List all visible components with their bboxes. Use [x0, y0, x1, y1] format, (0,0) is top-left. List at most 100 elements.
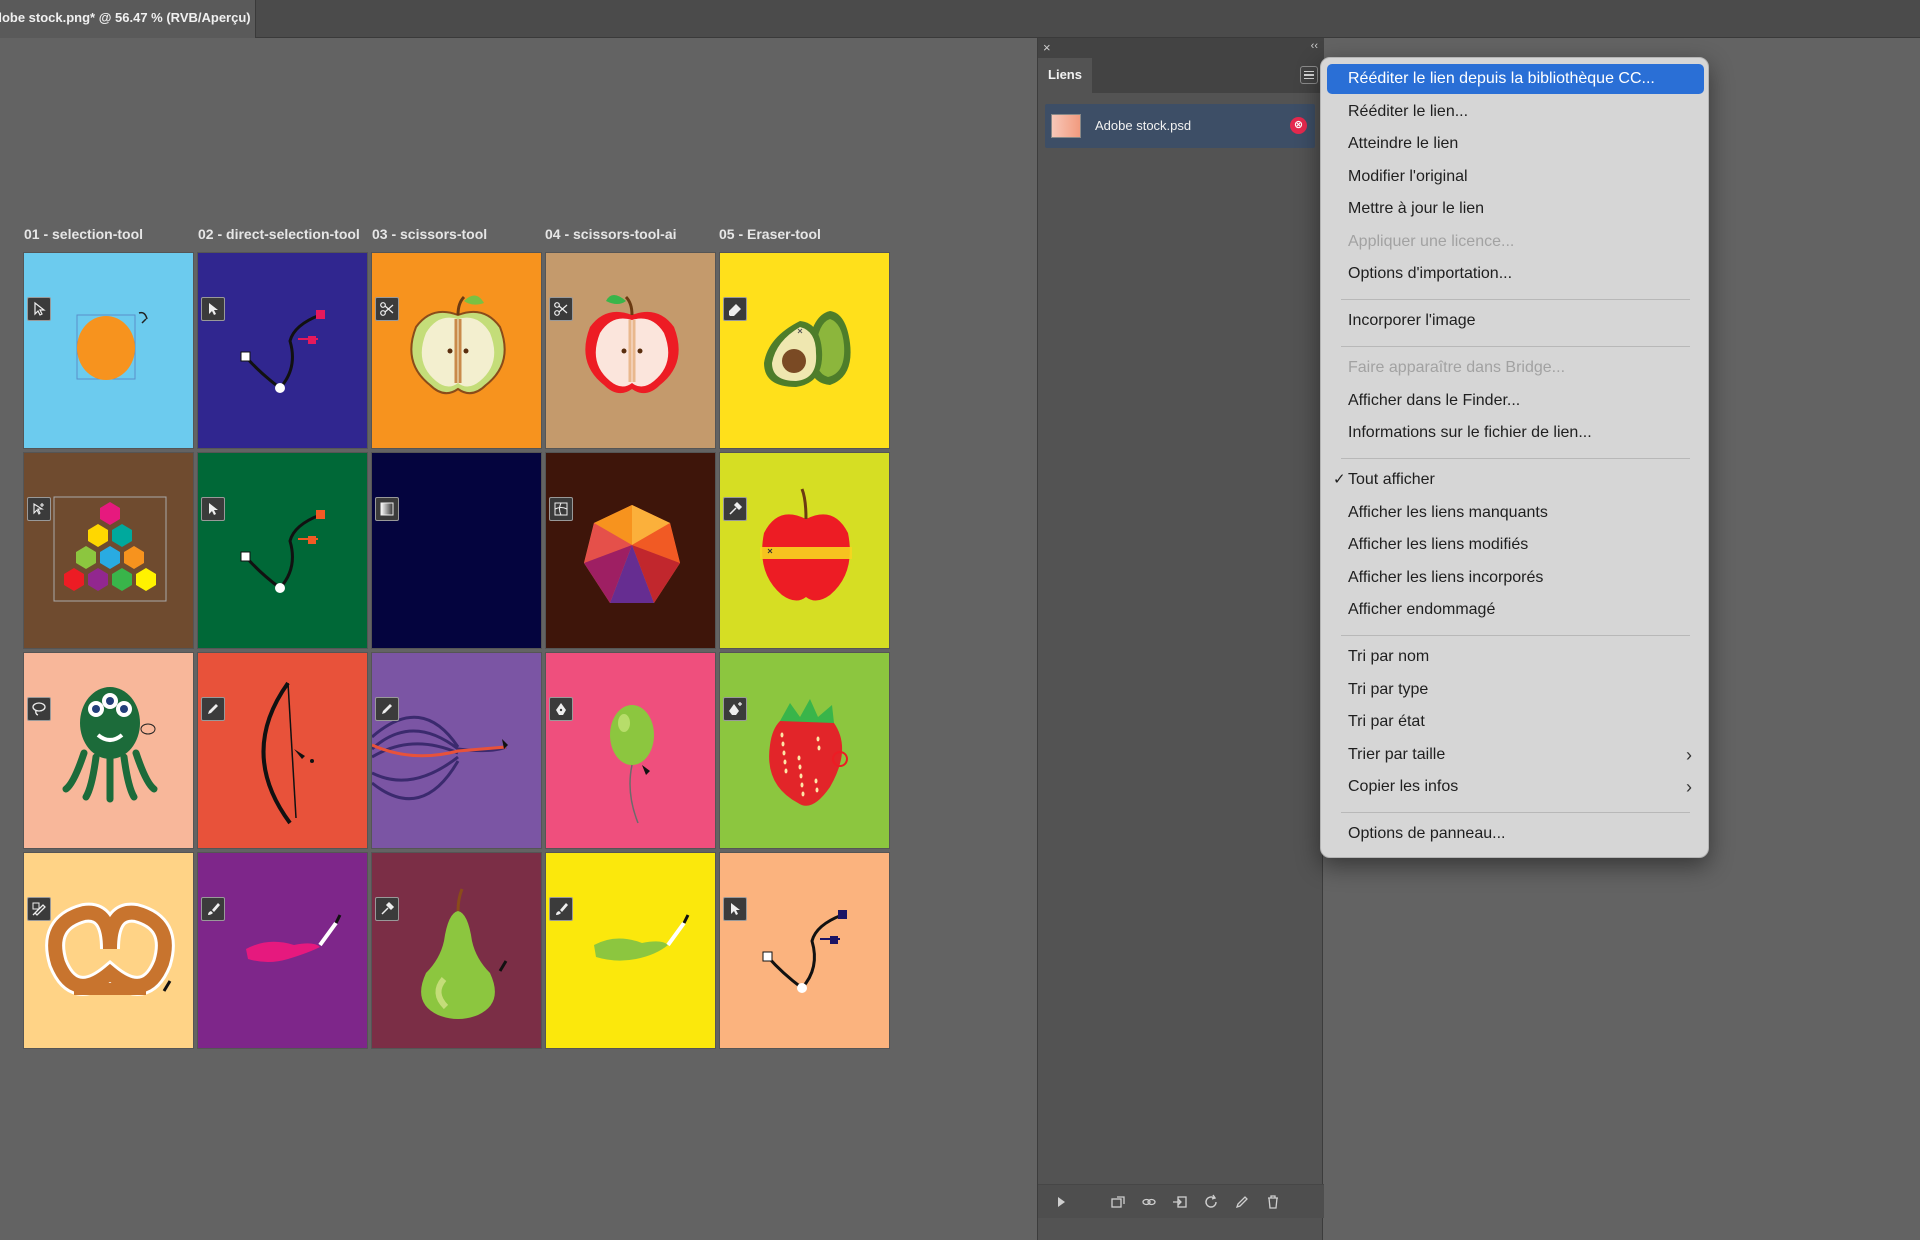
panel-tab-row: Liens — [1038, 58, 1324, 93]
hamburger-line — [1304, 70, 1314, 73]
collapse-icon[interactable]: ‹‹ — [1311, 40, 1318, 52]
artboard-pink-stroke[interactable] — [197, 852, 368, 1049]
tab-liens[interactable]: Liens — [1038, 58, 1092, 93]
pen-add-icon — [723, 697, 747, 721]
play-icon[interactable] — [1052, 1193, 1070, 1211]
menu-item-tri-par-type[interactable]: Tri par type — [1327, 675, 1704, 705]
menu-item-rééditer-le-lien-depuis-la-bibliothèque-cc[interactable]: Rééditer le lien depuis la bibliothèque … — [1327, 64, 1704, 94]
artwork-path-red — [240, 310, 325, 393]
artwork-path-orange — [240, 510, 325, 593]
menu-item-informations-sur-le-fichier-de-lien[interactable]: Informations sur le fichier de lien... — [1327, 418, 1704, 448]
artboard-octopus[interactable] — [23, 652, 194, 849]
artboard-orange-circle[interactable] — [23, 252, 194, 449]
artboard-avocado[interactable] — [719, 252, 890, 449]
menu-item-atteindre-le-lien[interactable]: Atteindre le lien — [1327, 129, 1704, 159]
menu-item-label: Trier par taille — [1348, 745, 1446, 763]
menu-item-afficher-les-liens-modifiés[interactable]: Afficher les liens modifiés — [1327, 530, 1704, 560]
menu-item-label: Mettre à jour le lien — [1348, 200, 1485, 217]
artboard-balloon[interactable] — [545, 652, 716, 849]
menu-item-tri-par-état[interactable]: Tri par état — [1327, 707, 1704, 737]
artboard-pear[interactable] — [371, 852, 542, 1049]
menu-item-label: Incorporer l'image — [1348, 312, 1476, 329]
menu-item-afficher-dans-le-finder[interactable]: Afficher dans le Finder... — [1327, 386, 1704, 416]
hamburger-line — [1304, 77, 1314, 80]
menu-item-label: Tri par état — [1348, 713, 1425, 730]
artwork-orange-circle — [76, 311, 148, 380]
menu-item-tout-afficher[interactable]: Tout afficher ✓ — [1327, 465, 1704, 495]
artboard-green-stroke[interactable] — [545, 852, 716, 1049]
trash-icon[interactable] — [1264, 1193, 1282, 1211]
menu-item-tri-par-nom[interactable]: Tri par nom — [1327, 642, 1704, 672]
menu-separator — [1341, 457, 1690, 459]
panel-footer — [1038, 1184, 1324, 1218]
menu-item-options-de-panneau[interactable]: Options de panneau... — [1327, 819, 1704, 849]
eyedropper-icon — [723, 497, 747, 521]
artboard-polygon-gem[interactable] — [545, 452, 716, 649]
place-icon[interactable] — [1171, 1193, 1189, 1211]
menu-item-label: Afficher les liens manquants — [1348, 503, 1548, 521]
artboard-path-navy[interactable] — [719, 852, 890, 1049]
artboard-pretzel[interactable] — [23, 852, 194, 1049]
refresh-icon[interactable] — [1202, 1193, 1220, 1211]
menu-item-label: Options d'importation... — [1348, 265, 1513, 282]
artwork-avocado — [764, 311, 851, 387]
artwork-green-stroke — [594, 914, 690, 961]
arrow-filled-icon — [201, 497, 225, 521]
menu-item-incorporer-l-image[interactable]: Incorporer l'image — [1327, 306, 1704, 336]
artboard-curves[interactable] — [371, 652, 542, 849]
pencil-icon — [201, 697, 225, 721]
edit-original-icon[interactable] — [1233, 1193, 1251, 1211]
menu-item-afficher-les-liens-incorporés[interactable]: Afficher les liens incorporés — [1327, 563, 1704, 593]
eyedropper-icon — [375, 897, 399, 921]
artboard-red-apple[interactable] — [719, 452, 890, 649]
artwork-pear — [421, 888, 508, 1019]
artwork-strawberry — [769, 699, 848, 806]
menu-item-appliquer-une-licence: Appliquer une licence... — [1327, 227, 1704, 257]
artboard-empty[interactable] — [371, 452, 542, 649]
artboard-bow[interactable] — [197, 652, 368, 849]
shaper-icon — [27, 897, 51, 921]
artwork-curves — [372, 715, 508, 801]
document-tab-title: dobe stock.png* @ 56.47 % (RVB/Aperçu) — [0, 10, 251, 25]
artboard-apple-half-red[interactable] — [545, 252, 716, 449]
artboard-strawberry[interactable] — [719, 652, 890, 849]
menu-item-label: Tri par nom — [1348, 648, 1430, 665]
artwork-apple-half-red — [585, 295, 679, 394]
menu-item-copier-les-infos[interactable]: Copier les infos › — [1327, 772, 1704, 802]
artwork-pretzel — [45, 902, 175, 996]
checkmark-icon: ✓ — [1333, 471, 1346, 488]
menu-item-mettre-à-jour-le-lien[interactable]: Mettre à jour le lien — [1327, 194, 1704, 224]
pencil-icon — [375, 697, 399, 721]
panel-menu-button[interactable] — [1300, 66, 1318, 84]
menu-item-rééditer-le-lien[interactable]: Rééditer le lien... — [1327, 97, 1704, 127]
panel-header: × ‹‹ — [1038, 38, 1324, 58]
menu-item-label: Afficher les liens incorporés — [1348, 568, 1544, 586]
close-icon[interactable]: × — [1043, 40, 1051, 55]
document-tab[interactable]: dobe stock.png* @ 56.47 % (RVB/Aperçu) — [0, 0, 256, 38]
lasso-icon — [27, 697, 51, 721]
arrow-filled-icon — [201, 297, 225, 321]
relink-cc-icon[interactable] — [1109, 1193, 1127, 1211]
artwork-balloon — [610, 705, 654, 824]
menu-item-options-d-importation[interactable]: Options d'importation... — [1327, 259, 1704, 289]
menu-item-trier-par-taille[interactable]: Trier par taille › — [1327, 740, 1704, 770]
link-thumbnail — [1051, 114, 1081, 138]
menu-item-label: Afficher les liens modifiés — [1348, 536, 1529, 553]
brush-icon — [201, 897, 225, 921]
menu-item-afficher-les-liens-manquants[interactable]: Afficher les liens manquants — [1327, 498, 1704, 528]
scissors-icon — [549, 297, 573, 321]
artwork-octopus — [62, 687, 158, 803]
menu-item-label: Informations sur le fichier de lien... — [1348, 424, 1592, 441]
menu-item-modifier-l-original[interactable]: Modifier l'original — [1327, 162, 1704, 192]
menu-item-afficher-endommagé[interactable]: Afficher endommagé — [1327, 595, 1704, 625]
menu-item-label: Modifier l'original — [1348, 167, 1468, 185]
artboard-apple-half-green[interactable] — [371, 252, 542, 449]
artwork-hexagons — [53, 496, 167, 602]
artboard-hexagons[interactable] — [23, 452, 194, 649]
chain-icon[interactable] — [1140, 1193, 1158, 1211]
menu-item-label: Tri par type — [1348, 680, 1429, 698]
artboard-path-orange[interactable] — [197, 452, 368, 649]
artboard-label-04: 04 - scissors-tool-ai — [545, 226, 677, 242]
link-row[interactable]: Adobe stock.psd ⊗ — [1045, 104, 1315, 148]
artboard-path-red[interactable] — [197, 252, 368, 449]
